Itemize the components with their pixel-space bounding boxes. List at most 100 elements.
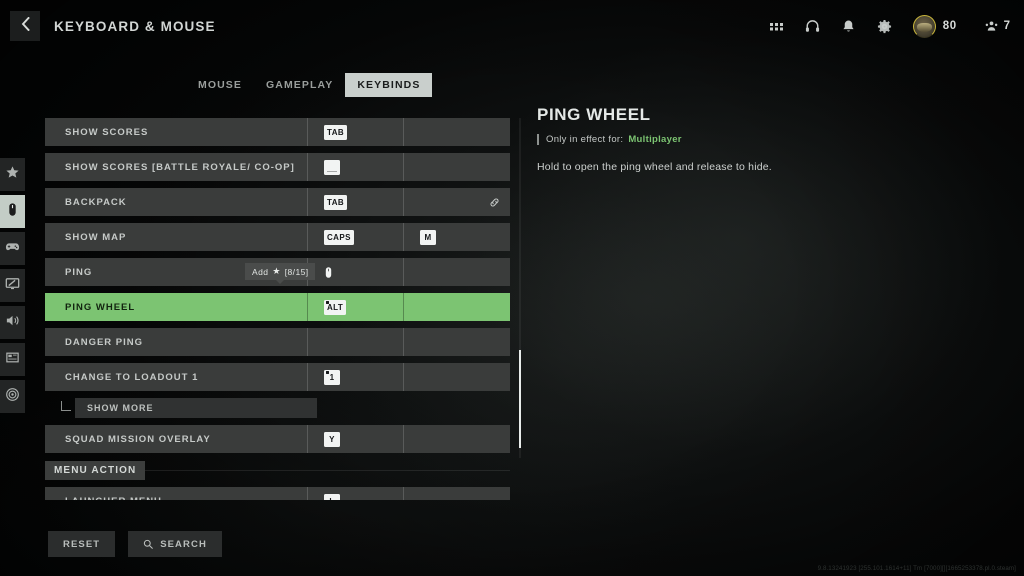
sidebar-item-graphics[interactable] — [0, 269, 25, 302]
keybind-slot[interactable] — [307, 258, 403, 286]
tab-bar: MOUSE GAMEPLAY KEYBINDS — [186, 73, 433, 97]
keybind-row[interactable]: CHANGE TO LOADOUT 1 1 — [45, 363, 510, 391]
keybind-slot[interactable] — [403, 328, 499, 356]
sidebar-item-keyboard-mouse[interactable] — [0, 195, 25, 228]
magnifier-icon — [143, 539, 154, 549]
keybind-row[interactable]: LAUNCHER MENU L — [45, 487, 510, 500]
detail-effect-label: Only in effect for: — [546, 134, 624, 145]
detail-panel: PING WHEEL Only in effect for: Multiplay… — [537, 105, 957, 173]
keybind-columns: TAB — [307, 118, 499, 146]
keybind-columns — [307, 153, 499, 181]
scrollbar-track[interactable] — [519, 118, 521, 458]
keybind-row-label: SHOW SCORES — [65, 126, 149, 138]
back-button[interactable] — [10, 11, 40, 41]
footer-bar: RESET SEARCH — [48, 531, 222, 557]
keybind-slot[interactable] — [403, 188, 499, 216]
gamepad-icon — [5, 239, 20, 259]
keybind-slot[interactable]: ALT — [307, 293, 403, 321]
hud-layout-icon — [5, 350, 20, 370]
keybind-row-label: SQUAD MISSION OVERLAY — [65, 433, 211, 445]
keybind-columns: 1 — [307, 363, 499, 391]
avatar — [912, 14, 936, 38]
keycap: TAB — [324, 194, 348, 210]
keycap: 1 — [324, 369, 340, 385]
keycap: ALT — [324, 299, 347, 315]
sidebar-item-favorites[interactable] — [0, 158, 25, 191]
keybind-slot[interactable] — [307, 153, 403, 181]
keybind-slot[interactable] — [403, 258, 499, 286]
keybind-slot[interactable] — [403, 118, 499, 146]
keybind-slot[interactable]: CAPS — [307, 223, 403, 251]
keybind-slot[interactable]: 1 — [307, 363, 403, 391]
keybind-slot[interactable] — [403, 363, 499, 391]
search-button[interactable]: SEARCH — [128, 531, 222, 557]
game-settings-screen: KEYBOARD & MOUSE 80 7 MOUSE GAMEPLAY KEY… — [0, 0, 1024, 576]
squad-icon — [985, 20, 998, 33]
header-bar: KEYBOARD & MOUSE 80 7 — [0, 0, 1024, 52]
sidebar-item-interface[interactable] — [0, 343, 25, 376]
page-title: KEYBOARD & MOUSE — [54, 18, 216, 34]
detail-effect-badge: Only in effect for: Multiplayer — [537, 134, 957, 145]
keybind-row[interactable]: PING WHEEL ALT — [45, 293, 510, 321]
mouse-icon — [5, 202, 20, 222]
grid-apps-icon[interactable] — [765, 13, 789, 39]
keybind-columns: TAB — [307, 188, 499, 216]
sidebar-item-accessibility[interactable] — [0, 380, 25, 413]
headset-icon[interactable] — [801, 13, 825, 39]
add-bind-tooltip: Add ★ [8/15] — [245, 263, 316, 284]
keybind-slot[interactable]: Y — [307, 425, 403, 453]
keybind-row[interactable]: DANGER PING — [45, 328, 510, 356]
keybind-slot[interactable]: TAB — [307, 118, 403, 146]
gear-settings-icon[interactable] — [873, 13, 897, 39]
keybind-slot[interactable]: L — [307, 487, 403, 500]
keybind-row-label: SHOW SCORES [BATTLE ROYALE/ CO-OP] — [65, 161, 295, 173]
keybind-row[interactable]: BACKPACK TAB — [45, 188, 510, 216]
keybind-row-label: CHANGE TO LOADOUT 1 — [65, 371, 199, 383]
keybind-row[interactable]: SHOW MAP CAPS M — [45, 223, 510, 251]
keybind-slot[interactable] — [307, 328, 403, 356]
tab-gameplay[interactable]: GAMEPLAY — [254, 73, 345, 97]
build-version-string: 9.8.13241923 [255.101.1614+11] Tm [7000]… — [817, 565, 1016, 572]
squad-count: 7 — [1003, 20, 1010, 32]
keybind-row[interactable]: PING Add ★ [8/15] — [45, 258, 510, 286]
speaker-icon — [5, 313, 20, 333]
reset-button[interactable]: RESET — [48, 531, 116, 557]
keybind-subrow[interactable]: SHOW MORE — [45, 398, 510, 418]
tooltip-count: [8/15] — [284, 266, 309, 277]
keybind-row-label: LAUNCHER MENU — [65, 496, 162, 501]
keybind-slot[interactable]: TAB — [307, 188, 403, 216]
monitor-icon — [5, 276, 20, 296]
keybind-slot[interactable] — [403, 153, 499, 181]
subrow-body: SHOW MORE — [75, 398, 317, 418]
search-button-label: SEARCH — [160, 538, 207, 550]
section-header-label: MENU ACTION — [45, 460, 146, 480]
keybind-row[interactable]: SHOW SCORES TAB — [45, 118, 510, 146]
keybind-row[interactable]: SHOW SCORES [BATTLE ROYALE/ CO-OP] — [45, 153, 510, 181]
mouse-button-icon — [324, 266, 333, 279]
scrollbar-thumb[interactable] — [519, 350, 521, 448]
keybind-slot[interactable] — [403, 487, 499, 500]
keybind-row-label: BACKPACK — [65, 196, 127, 208]
star-icon — [5, 165, 20, 185]
tooltip-prefix: Add — [252, 266, 269, 277]
tree-elbow-icon — [61, 401, 71, 411]
detail-title: PING WHEEL — [537, 105, 651, 124]
keycap: TAB — [324, 124, 348, 140]
player-profile[interactable]: 80 — [912, 14, 957, 38]
accessibility-icon — [5, 387, 20, 407]
keybind-row[interactable]: SQUAD MISSION OVERLAY Y — [45, 425, 510, 453]
keybind-columns — [307, 258, 499, 286]
subrow-label: SHOW MORE — [87, 403, 154, 413]
keybind-columns — [307, 328, 499, 356]
keybind-slot[interactable]: M — [403, 223, 499, 251]
bell-notification-icon[interactable] — [837, 13, 861, 39]
tab-keybinds[interactable]: KEYBINDS — [345, 73, 433, 97]
keybind-slot[interactable] — [403, 425, 499, 453]
squad-indicator[interactable]: 7 — [985, 20, 1010, 33]
player-level: 80 — [942, 20, 957, 32]
sidebar-item-controller[interactable] — [0, 232, 25, 265]
section-divider — [145, 469, 510, 471]
keybind-slot[interactable] — [403, 293, 499, 321]
tab-mouse[interactable]: MOUSE — [186, 73, 254, 97]
sidebar-item-audio[interactable] — [0, 306, 25, 339]
